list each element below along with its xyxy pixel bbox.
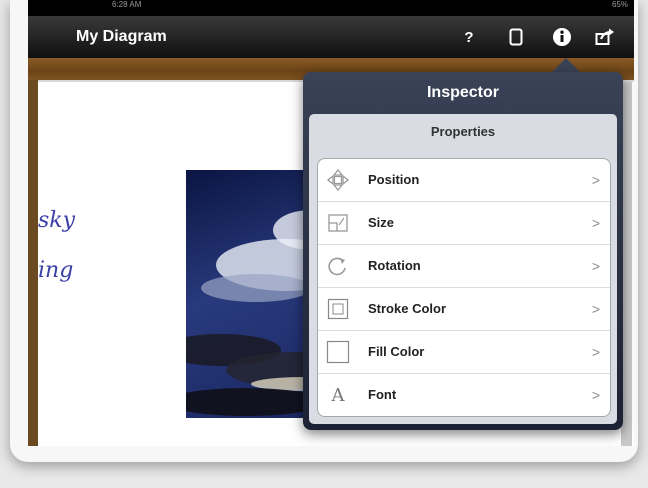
properties-list: Position > Size > Rotation > Stroke Colo… bbox=[317, 158, 611, 417]
property-label: Size bbox=[368, 215, 395, 230]
help-icon: ? bbox=[464, 28, 474, 46]
chevron-right-icon: > bbox=[591, 387, 600, 403]
font-icon: A bbox=[331, 384, 345, 406]
page-icon bbox=[509, 28, 523, 46]
page-button[interactable] bbox=[503, 24, 529, 50]
property-label: Position bbox=[368, 172, 420, 187]
navigation-bar: My Diagram ? bbox=[28, 16, 634, 58]
help-button[interactable]: ? bbox=[456, 24, 482, 50]
property-label: Rotation bbox=[368, 258, 421, 273]
chevron-right-icon: > bbox=[591, 301, 600, 317]
popover-title: Inspector bbox=[426, 84, 499, 101]
screen: 6:28 AM 65% My Diagram ? sky ing Inspect… bbox=[28, 0, 634, 446]
property-stroke-color[interactable]: Stroke Color > bbox=[318, 288, 610, 331]
chevron-right-icon: > bbox=[591, 258, 600, 274]
chevron-right-icon: > bbox=[591, 344, 600, 360]
property-size[interactable]: Size > bbox=[318, 202, 610, 245]
popover-arrow bbox=[551, 58, 581, 73]
fill-color-icon bbox=[326, 340, 350, 364]
size-icon bbox=[326, 211, 350, 235]
property-label: Stroke Color bbox=[368, 301, 447, 316]
handwriting-text: sky bbox=[38, 208, 76, 233]
section-header: Properties bbox=[430, 124, 496, 139]
chevron-right-icon: > bbox=[591, 215, 600, 231]
share-icon bbox=[595, 28, 614, 45]
info-icon bbox=[553, 28, 571, 46]
rotation-icon bbox=[326, 254, 350, 278]
share-button[interactable] bbox=[592, 24, 618, 50]
popover-content: Properties Position > Size > Rotation > … bbox=[309, 114, 617, 424]
chevron-right-icon: > bbox=[591, 172, 600, 188]
property-rotation[interactable]: Rotation > bbox=[318, 245, 610, 288]
stroke-color-icon bbox=[326, 297, 350, 321]
handwriting-text: ing bbox=[38, 258, 74, 283]
property-position[interactable]: Position > bbox=[318, 159, 610, 202]
status-time: 6:28 AM bbox=[112, 0, 142, 9]
status-battery: 65% bbox=[611, 0, 628, 9]
property-label: Fill Color bbox=[368, 344, 425, 359]
position-icon bbox=[326, 168, 350, 192]
inspector-popover: Inspector Properties Position > Size > R… bbox=[303, 72, 623, 430]
device-frame: 6:28 AM 65% My Diagram ? sky ing Inspect… bbox=[10, 0, 638, 462]
property-label: Font bbox=[368, 387, 397, 402]
property-fill-color[interactable]: Fill Color > bbox=[318, 331, 610, 374]
property-font[interactable]: A Font > bbox=[318, 374, 610, 416]
status-bar: 6:28 AM 65% bbox=[28, 0, 634, 16]
info-button[interactable] bbox=[549, 24, 575, 50]
document-title: My Diagram bbox=[76, 28, 167, 45]
